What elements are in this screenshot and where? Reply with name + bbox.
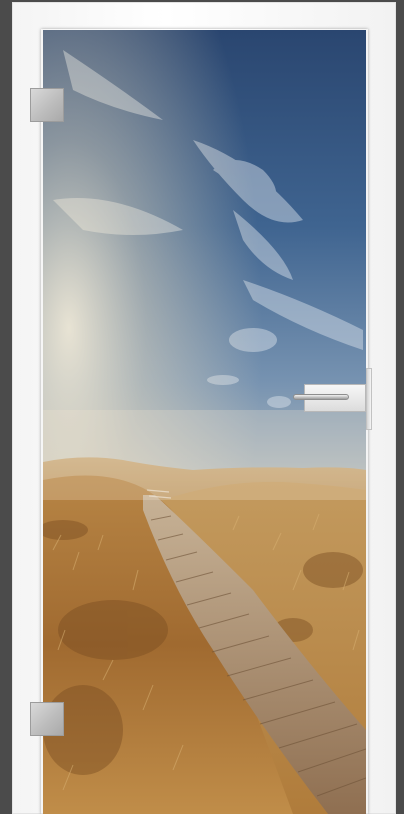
top-hinge bbox=[30, 88, 64, 122]
door-handle[interactable] bbox=[293, 394, 349, 400]
bottom-hinge bbox=[30, 702, 64, 736]
dune-boardwalk-photo bbox=[43, 30, 366, 814]
door-product-image bbox=[0, 0, 404, 814]
door-lock-edge bbox=[366, 368, 372, 430]
glass-panel bbox=[43, 30, 366, 814]
